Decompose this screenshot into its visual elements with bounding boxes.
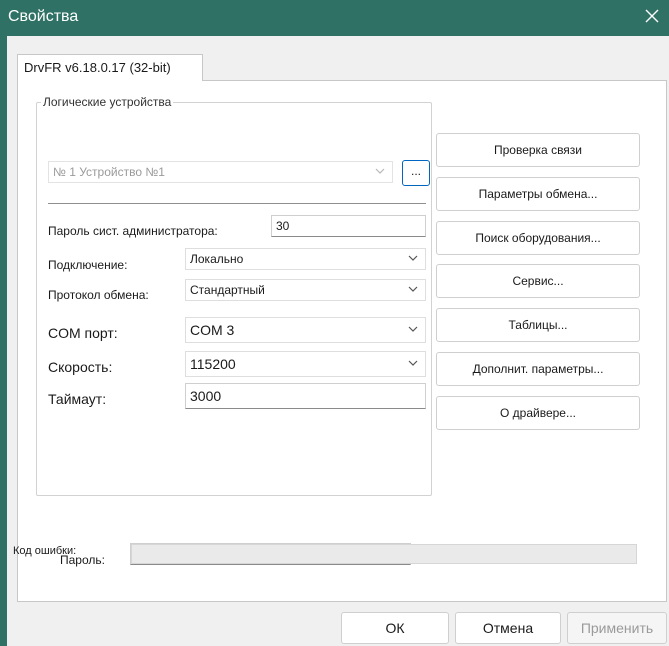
protocol-select-value: Стандартный [190, 283, 265, 297]
timeout-input[interactable]: 3000 [185, 383, 426, 409]
ok-button[interactable]: ОК [341, 612, 449, 644]
title-bar: Свойства [0, 0, 669, 36]
group-separator [48, 203, 426, 204]
admin-password-label: Пароль сист. администратора: [48, 224, 218, 238]
com-port-select[interactable]: COM 3 [185, 317, 426, 343]
chevron-down-icon [408, 360, 418, 366]
service-button[interactable]: Сервис... [436, 264, 640, 298]
connection-select-value: Локально [190, 252, 244, 266]
cancel-button[interactable]: Отмена [455, 612, 561, 644]
close-icon[interactable] [639, 4, 665, 30]
chevron-down-icon [375, 168, 385, 174]
window-border [0, 36, 7, 646]
chevron-down-icon [408, 255, 418, 261]
window-title: Свойства [8, 8, 79, 25]
tables-button[interactable]: Таблицы... [436, 308, 640, 342]
dialog-client: DrvFR v6.18.0.17 (32-bit) Логические уст… [7, 36, 669, 646]
timeout-label: Таймаут: [48, 391, 107, 407]
apply-button[interactable]: Применить [567, 612, 667, 644]
admin-password-input[interactable]: 30 [271, 215, 426, 237]
connection-label: Подключение: [48, 258, 128, 272]
com-port-label: COM порт: [48, 325, 118, 341]
protocol-select[interactable]: Стандартный [185, 279, 426, 301]
error-code-field [131, 544, 637, 564]
device-browse-button[interactable]: ... [402, 160, 430, 186]
device-select-value: № 1 Устройство №1 [53, 165, 165, 179]
com-port-select-value: COM 3 [190, 322, 235, 338]
protocol-label: Протокол обмена: [48, 288, 149, 302]
find-equipment-button[interactable]: Поиск оборудования... [436, 221, 640, 255]
tab-drvfr[interactable]: DrvFR v6.18.0.17 (32-bit) [17, 54, 203, 81]
check-connection-button[interactable]: Проверка связи [436, 133, 640, 167]
chevron-down-icon [408, 286, 418, 292]
speed-select-value: 115200 [190, 356, 236, 372]
close-icon-glyph [645, 9, 659, 23]
chevron-down-icon [408, 326, 418, 332]
error-code-label: Код ошибки: [13, 545, 77, 557]
about-driver-button[interactable]: О драйвере... [436, 396, 640, 430]
device-select: № 1 Устройство №1 [48, 161, 393, 183]
extra-params-button[interactable]: Дополнит. параметры... [436, 352, 640, 386]
group-legend: Логические устройства [41, 95, 174, 109]
speed-label: Скорость: [48, 359, 113, 375]
speed-select[interactable]: 115200 [185, 351, 426, 377]
tab-panel: Логические устройства № 1 Устройство №1 … [17, 80, 667, 602]
connection-select[interactable]: Локально [185, 248, 426, 270]
exchange-params-button[interactable]: Параметры обмена... [436, 177, 640, 211]
